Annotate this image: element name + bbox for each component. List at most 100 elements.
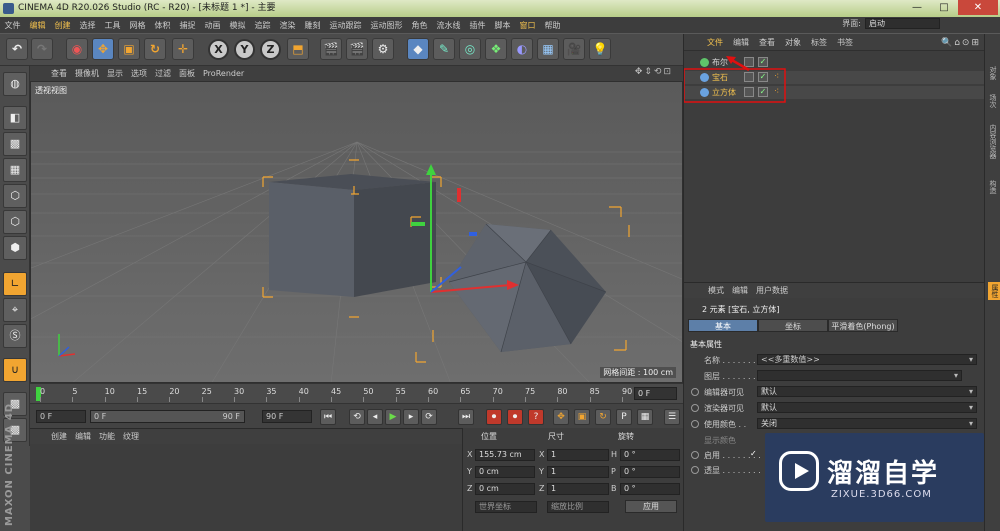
- menu-item-20[interactable]: 帮助: [540, 20, 565, 31]
- object-menu-item-2[interactable]: 查看: [754, 37, 780, 48]
- tab-coordinates[interactable]: 坐标: [758, 319, 828, 332]
- move-tool-icon[interactable]: ✥: [92, 38, 114, 60]
- pen-spline-icon[interactable]: ✎: [433, 38, 455, 60]
- viewport-menu-item-0[interactable]: 查看: [47, 68, 71, 79]
- material-menu-item-0[interactable]: 创建: [47, 431, 71, 442]
- tweak-mode-icon[interactable]: ⌖: [3, 298, 27, 322]
- menu-item-6[interactable]: 体积: [150, 20, 175, 31]
- menu-item-19[interactable]: 窗口: [515, 20, 540, 31]
- floor-scene-icon[interactable]: ▦: [537, 38, 559, 60]
- attribute-menu-item-2[interactable]: 用户数据: [752, 285, 792, 296]
- enable-checkbox[interactable]: ✓: [750, 449, 757, 458]
- next-frame-icon[interactable]: ▸: [403, 409, 419, 425]
- axis-mode-icon[interactable]: ∟: [3, 272, 27, 296]
- use-color-dropdown[interactable]: 关闭: [757, 418, 977, 429]
- tab-content-browser[interactable]: 内容浏览器: [988, 124, 998, 159]
- perspective-viewport[interactable]: 透视视图 网格间距 : 100 cm: [30, 81, 683, 383]
- xray-radio[interactable]: [691, 466, 699, 474]
- material-menu-item-1[interactable]: 编辑: [71, 431, 95, 442]
- make-editable-icon[interactable]: ◍: [3, 72, 27, 96]
- timeline-options-icon[interactable]: ☰: [664, 409, 680, 425]
- rotate-tool-icon[interactable]: ↻: [144, 38, 166, 60]
- coordinate-mode-dropdown[interactable]: 世界坐标: [475, 501, 537, 513]
- pla-key-icon[interactable]: ▦: [637, 409, 653, 425]
- object-menu-item-1[interactable]: 编辑: [728, 37, 754, 48]
- menu-item-2[interactable]: 创建: [50, 20, 75, 31]
- menu-item-8[interactable]: 动画: [200, 20, 225, 31]
- camera-icon[interactable]: 🎥: [563, 38, 585, 60]
- frame-range-slider[interactable]: 0 F 90 F: [90, 410, 245, 423]
- viewport-menu-item-4[interactable]: 过滤: [151, 68, 175, 79]
- pos-y-field[interactable]: 0 cm: [475, 466, 535, 478]
- material-menu-item-2[interactable]: 功能: [95, 431, 119, 442]
- editor-visible-radio[interactable]: [691, 388, 699, 396]
- material-manager[interactable]: 创建 编辑 功能 纹理: [30, 428, 462, 531]
- viewport-menu-item-5[interactable]: 面板: [175, 68, 199, 79]
- name-field[interactable]: <<多重数值>>: [757, 354, 977, 365]
- record-keys-icon[interactable]: ⏺: [486, 409, 502, 425]
- position-key-icon[interactable]: ✥: [553, 409, 569, 425]
- light-icon[interactable]: 💡: [589, 38, 611, 60]
- menu-item-15[interactable]: 角色: [407, 20, 432, 31]
- menu-item-10[interactable]: 追踪: [250, 20, 275, 31]
- menu-item-11[interactable]: 渲染: [275, 20, 300, 31]
- y-axis-lock-button[interactable]: Y: [234, 39, 255, 60]
- deformer-icon[interactable]: ◐: [511, 38, 533, 60]
- render-settings-icon[interactable]: ⚙: [372, 38, 394, 60]
- render-visible-dropdown[interactable]: 默认: [757, 402, 977, 413]
- close-button[interactable]: ✕: [958, 0, 998, 15]
- size-y-field[interactable]: 1: [547, 466, 609, 478]
- rot-h-field[interactable]: 0 °: [620, 449, 680, 461]
- play-icon[interactable]: ▶: [385, 409, 401, 425]
- object-menu-item-0[interactable]: 文件: [702, 37, 728, 48]
- timeline[interactable]: 0 5 10 15 20 25 30 35 40 45 50 55 60 65 70 75 80 85 90 0 F: [30, 383, 683, 403]
- scale-tool-icon[interactable]: ▣: [118, 38, 140, 60]
- menu-item-3[interactable]: 选择: [75, 20, 100, 31]
- polygons-mode-icon[interactable]: ⬢: [3, 236, 27, 260]
- object-menu-item-4[interactable]: 标签: [806, 37, 832, 48]
- rot-b-field[interactable]: 0 °: [620, 483, 680, 495]
- menu-item-12[interactable]: 雕刻: [300, 20, 325, 31]
- viewport-menu-item-6[interactable]: ProRender: [199, 69, 248, 78]
- material-menu-item-3[interactable]: 纹理: [119, 431, 143, 442]
- scale-key-icon[interactable]: ▣: [574, 409, 590, 425]
- tab-objects[interactable]: 对象: [988, 66, 998, 80]
- undo-button[interactable]: ↶: [6, 38, 28, 60]
- layout-dropdown[interactable]: 启动: [865, 18, 940, 29]
- subdivision-icon[interactable]: ◎: [459, 38, 481, 60]
- menu-item-16[interactable]: 流水线: [432, 20, 465, 31]
- go-to-end-icon[interactable]: ⏭: [458, 409, 474, 425]
- z-axis-lock-button[interactable]: Z: [260, 39, 281, 60]
- array-generator-icon[interactable]: ❖: [485, 38, 507, 60]
- add-tool-icon[interactable]: ✛: [172, 38, 194, 60]
- menu-item-5[interactable]: 网格: [125, 20, 150, 31]
- menu-item-13[interactable]: 运动跟踪: [325, 20, 366, 31]
- maximize-button[interactable]: □: [931, 0, 957, 15]
- menu-item-4[interactable]: 工具: [100, 20, 125, 31]
- size-x-field[interactable]: 1: [547, 449, 609, 461]
- coordinate-system-icon[interactable]: ⬒: [287, 38, 309, 60]
- size-mode-dropdown[interactable]: 缩放比例: [547, 501, 609, 513]
- object-menu-item-5[interactable]: 书签: [832, 37, 858, 48]
- render-picture-viewer-icon[interactable]: 🎬: [346, 38, 368, 60]
- param-key-icon[interactable]: P: [616, 409, 632, 425]
- tab-attributes[interactable]: 属性: [988, 282, 1000, 300]
- live-selection-icon[interactable]: ◉: [66, 38, 88, 60]
- cube-object[interactable]: [269, 174, 436, 297]
- texture-mode-icon[interactable]: ▩: [3, 132, 27, 156]
- menu-item-9[interactable]: 模拟: [225, 20, 250, 31]
- start-frame-field[interactable]: 0 F: [36, 410, 86, 423]
- attribute-menu-item-0[interactable]: 模式: [704, 285, 728, 296]
- menu-item-7[interactable]: 捕捉: [175, 20, 200, 31]
- apply-button[interactable]: 应用: [625, 500, 677, 513]
- pos-x-field[interactable]: 155.73 cm: [475, 449, 535, 461]
- redo-button[interactable]: ↷: [31, 38, 53, 60]
- menu-item-14[interactable]: 运动图形: [366, 20, 407, 31]
- tab-takes[interactable]: 场次: [988, 94, 998, 108]
- menu-item-1[interactable]: 编辑: [25, 20, 50, 31]
- tab-phong[interactable]: 平滑着色(Phong): [828, 319, 898, 332]
- edges-mode-icon[interactable]: ⬡: [3, 210, 27, 234]
- workplane-mode-icon[interactable]: ▦: [3, 158, 27, 182]
- viewport-menu-item-1[interactable]: 摄像机: [71, 68, 103, 79]
- model-mode-icon[interactable]: ◧: [3, 106, 27, 130]
